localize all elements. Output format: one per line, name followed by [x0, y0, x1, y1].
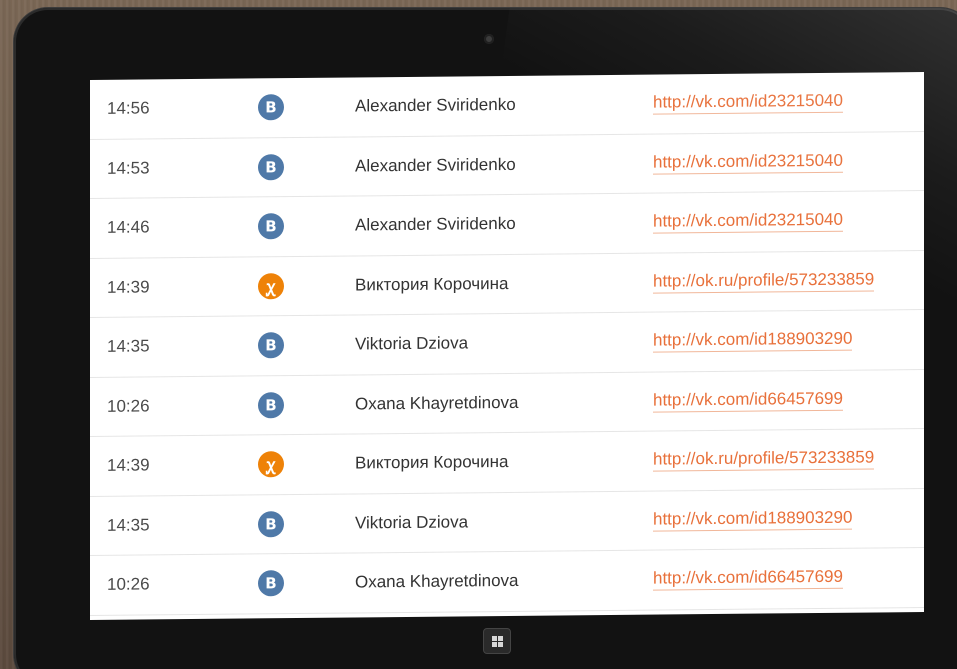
table-row: 14:46 B Alexander Sviridenko http://vk.c… [90, 190, 924, 259]
odnoklassniki-icon: ꭕ [258, 272, 284, 300]
visit-time: 14:35 [107, 515, 150, 535]
table-row: 10:26 B Oxana Khayretdinova http://vk.co… [90, 547, 924, 616]
visit-time: 14:56 [107, 98, 150, 119]
vk-icon: B [258, 153, 284, 181]
visitor-name: Виктория Корочина [355, 452, 509, 473]
profile-link[interactable]: http://vk.com/id188903290 [653, 507, 853, 532]
table-row: 14:53 B Alexander Sviridenko http://vk.c… [90, 131, 924, 199]
table-row: 14:35 B Viktoria Dziova http://vk.com/id… [90, 488, 924, 556]
visitor-name: Viktoria Dziova [355, 512, 469, 533]
visit-time: 14:35 [107, 336, 150, 357]
table-row: 14:56 B Alexander Sviridenko http://vk.c… [90, 71, 924, 140]
vk-icon: B [258, 213, 284, 240]
visit-time: 14:39 [107, 277, 150, 297]
visit-time: 14:53 [107, 158, 150, 178]
profile-link[interactable]: http://vk.com/id23215040 [653, 210, 843, 234]
visitor-name: Alexander Sviridenko [355, 95, 516, 116]
odnoklassniki-icon: ꭕ [258, 451, 284, 478]
table-row: 10:26 B Oxana Khayretdinova http://vk.co… [90, 369, 924, 437]
visit-time: 10:26 [107, 574, 150, 595]
tablet-device: 14:56 B Alexander Sviridenko http://vk.c… [14, 8, 957, 669]
profile-link[interactable]: http://vk.com/id23215040 [653, 91, 843, 115]
profile-link[interactable]: http://ok.ru/profile/573233859 [653, 269, 875, 294]
camera-icon [484, 34, 494, 44]
visitor-name: Виктория Корочина [355, 273, 509, 295]
profile-link[interactable]: http://vk.com/id66457699 [653, 567, 843, 591]
visit-time: 14:39 [107, 455, 150, 476]
table-row: 14:39 ꭕ Виктория Корочина http://ok.ru/p… [90, 250, 924, 318]
visitor-name: Oxana Khayretdinova [355, 392, 519, 414]
table-row: 14:35 B Viktoria Dziova http://vk.com/id… [90, 309, 924, 378]
vk-icon: B [258, 391, 284, 419]
visit-time: 14:46 [107, 217, 150, 238]
visitor-name: Viktoria Dziova [355, 333, 469, 354]
visitor-name: Alexander Sviridenko [355, 154, 516, 176]
profile-link[interactable]: http://vk.com/id66457699 [653, 388, 843, 413]
visitor-list: 14:56 B Alexander Sviridenko http://vk.c… [90, 71, 924, 621]
vk-icon: B [258, 510, 284, 538]
vk-icon: B [258, 332, 284, 359]
table-row: 14:39 ꭕ Виктория Корочина http://ok.ru/p… [90, 428, 924, 497]
vk-icon: B [258, 94, 284, 121]
windows-home-button[interactable] [483, 628, 511, 654]
visit-time: 10:26 [107, 396, 150, 416]
profile-link[interactable]: http://vk.com/id188903290 [653, 328, 853, 353]
profile-link[interactable]: http://ok.ru/profile/573233859 [653, 447, 875, 472]
visitor-name: Oxana Khayretdinova [355, 571, 519, 592]
vk-icon: B [258, 570, 284, 597]
profile-link[interactable]: http://vk.com/id23215040 [653, 150, 843, 175]
visitor-name: Alexander Sviridenko [355, 214, 516, 235]
windows-logo-icon [491, 635, 503, 647]
